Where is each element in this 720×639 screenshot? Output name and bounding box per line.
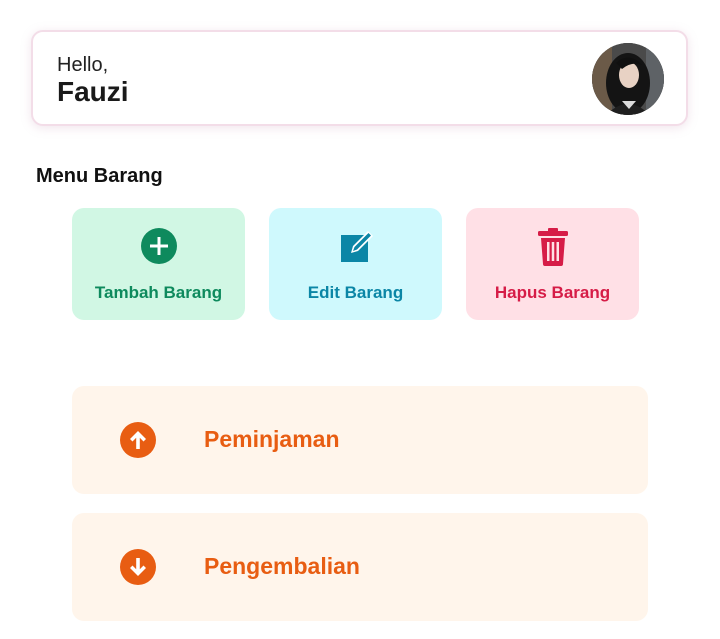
arrow-down-circle-icon [120,549,156,585]
avatar[interactable] [592,43,664,115]
menu-section-title: Menu Barang [36,165,163,187]
edit-item-button[interactable]: Edit Barang [269,208,442,320]
edit-icon [340,231,373,262]
user-name: Fauzi [57,76,129,107]
greeting-text: Hello, [57,54,109,76]
return-button[interactable]: Pengembalian [72,513,648,621]
trash-icon [537,228,568,266]
delete-item-button[interactable]: Hapus Barang [466,208,639,320]
borrow-label: Peminjaman [204,426,340,452]
avatar-photo-icon [592,43,664,115]
add-item-label: Tambah Barang [94,283,223,302]
delete-item-label: Hapus Barang [494,283,611,302]
edit-item-label: Edit Barang [307,283,404,302]
return-label: Pengembalian [204,553,360,579]
add-item-button[interactable]: Tambah Barang [72,208,245,320]
borrow-button[interactable]: Peminjaman [72,386,648,494]
greeting-card: Hello, Fauzi [31,30,688,126]
arrow-up-circle-icon [120,422,156,458]
plus-circle-icon [140,228,177,264]
